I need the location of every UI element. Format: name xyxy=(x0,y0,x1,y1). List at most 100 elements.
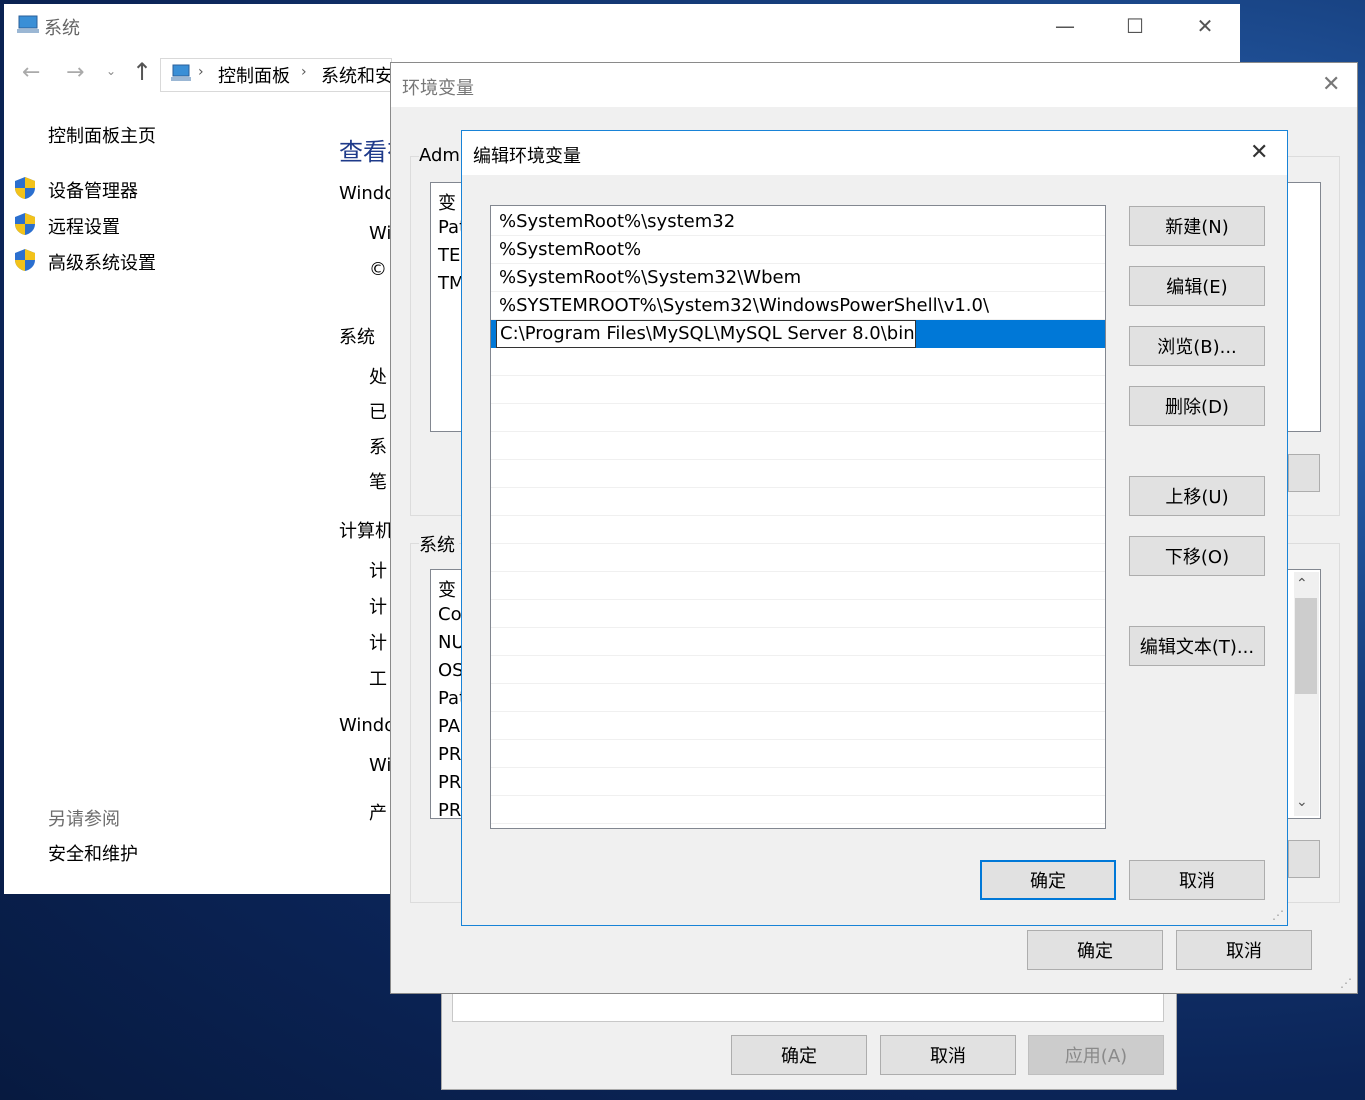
content-text: © xyxy=(369,259,387,280)
path-row[interactable]: %SystemRoot% xyxy=(491,236,1105,264)
breadcrumb-item[interactable]: 系统和安 xyxy=(321,62,393,88)
path-row[interactable]: %SYSTEMROOT%\System32\WindowsPowerShell\… xyxy=(491,292,1105,320)
env-dialog-title: 环境变量 xyxy=(402,78,474,99)
content-text: Wi xyxy=(369,223,392,244)
edit-button[interactable]: 编辑(E) xyxy=(1129,266,1265,306)
content-text: 笔 xyxy=(369,472,387,493)
delete-button[interactable]: 删除(D) xyxy=(1129,386,1265,426)
content-text: 工 xyxy=(369,669,387,690)
empty-row[interactable] xyxy=(491,796,1105,824)
props-cancel-button[interactable]: 取消 xyxy=(880,1035,1016,1075)
empty-row[interactable] xyxy=(491,712,1105,740)
list-item[interactable]: PA xyxy=(438,716,460,737)
sidebar-item-device-manager[interactable]: 设备管理器 xyxy=(48,177,138,203)
edit-ok-button[interactable]: 确定 xyxy=(980,860,1116,900)
list-item[interactable]: PR xyxy=(438,800,461,821)
edit-titlebar xyxy=(462,131,1287,175)
content-text: 系 xyxy=(369,437,387,458)
minimize-button[interactable]: — xyxy=(1042,8,1088,44)
maximize-button[interactable]: ☐ xyxy=(1112,8,1158,44)
content-text: 计 xyxy=(369,561,387,582)
empty-row[interactable] xyxy=(491,740,1105,768)
breadcrumb-separator-icon: › xyxy=(198,64,204,80)
see-also-heading: 另请参阅 xyxy=(48,809,120,830)
browse-button[interactable]: 浏览(B)... xyxy=(1129,326,1265,366)
empty-row[interactable] xyxy=(491,768,1105,796)
section-system: 系统 xyxy=(339,327,375,348)
content-text: 已 xyxy=(369,402,387,423)
computer-icon xyxy=(17,15,39,33)
path-row[interactable]: %SystemRoot%\System32\Wbem xyxy=(491,264,1105,292)
scrollbar-thumb[interactable] xyxy=(1295,598,1317,694)
env-titlebar xyxy=(391,63,1357,107)
section-windows-edition: Windo xyxy=(339,183,396,204)
list-item[interactable]: Co xyxy=(438,604,462,625)
list-item[interactable]: TE xyxy=(438,245,460,266)
content-text: 计 xyxy=(369,633,387,654)
empty-row[interactable] xyxy=(491,628,1105,656)
edit-dialog-title: 编辑环境变量 xyxy=(473,146,581,167)
list-item[interactable]: PR xyxy=(438,744,461,765)
empty-row[interactable] xyxy=(491,516,1105,544)
move-down-button[interactable]: 下移(O) xyxy=(1129,536,1265,576)
props-apply-button[interactable]: 应用(A) xyxy=(1028,1035,1164,1075)
content-text: 处 xyxy=(369,367,387,388)
path-edit-input[interactable]: C:\Program Files\MySQL\MySQL Server 8.0\… xyxy=(496,320,916,348)
empty-row[interactable] xyxy=(491,572,1105,600)
content-text: Wi xyxy=(369,755,392,776)
path-row[interactable]: %SystemRoot%\system32 xyxy=(491,208,1105,236)
shield-icon xyxy=(15,249,35,271)
section-computer: 计算机 xyxy=(339,521,393,542)
list-item[interactable]: OS xyxy=(438,660,464,681)
chevron-up-icon[interactable]: ⌃ xyxy=(1296,576,1308,592)
empty-row[interactable] xyxy=(491,432,1105,460)
empty-row[interactable] xyxy=(491,404,1105,432)
props-ok-button[interactable]: 确定 xyxy=(731,1035,867,1075)
resize-grip-icon[interactable]: ⋰ xyxy=(1340,976,1352,990)
list-item[interactable]: PR xyxy=(438,772,461,793)
env-cancel-button[interactable]: 取消 xyxy=(1176,930,1312,970)
column-header[interactable]: 变 xyxy=(438,189,456,215)
system-vars-label: 系统 xyxy=(419,531,459,557)
close-icon[interactable]: ✕ xyxy=(1322,72,1340,97)
close-icon[interactable]: ✕ xyxy=(1250,140,1268,165)
empty-row[interactable] xyxy=(491,684,1105,712)
new-button[interactable]: 新建(N) xyxy=(1129,206,1265,246)
content-text: 产 xyxy=(369,803,387,824)
edit-cancel-button[interactable]: 取消 xyxy=(1129,860,1265,900)
forward-arrow-icon[interactable]: → xyxy=(66,60,84,85)
user-vars-label: Adm xyxy=(419,145,464,166)
system-vars-button[interactable] xyxy=(1288,840,1320,878)
empty-row[interactable] xyxy=(491,460,1105,488)
empty-row[interactable] xyxy=(491,600,1105,628)
empty-row[interactable] xyxy=(491,656,1105,684)
sidebar-item-remote-settings[interactable]: 远程设置 xyxy=(48,213,120,239)
resize-grip-icon[interactable]: ⋰ xyxy=(1272,908,1284,922)
env-ok-button[interactable]: 确定 xyxy=(1027,930,1163,970)
move-up-button[interactable]: 上移(U) xyxy=(1129,476,1265,516)
breadcrumb-item[interactable]: 控制面板 xyxy=(218,62,290,88)
control-panel-icon xyxy=(171,64,191,81)
content-text: 计 xyxy=(369,597,387,618)
empty-row[interactable] xyxy=(491,376,1105,404)
window-title: 系统 xyxy=(44,18,80,39)
shield-icon xyxy=(15,177,35,199)
back-arrow-icon[interactable]: ← xyxy=(22,60,40,85)
path-list[interactable]: %SystemRoot%\system32 %SystemRoot% %Syst… xyxy=(490,205,1106,829)
edit-text-button[interactable]: 编辑文本(T)... xyxy=(1129,626,1265,666)
sidebar-home-link[interactable]: 控制面板主页 xyxy=(48,122,156,148)
section-windows-activation: Windo xyxy=(339,715,396,736)
chevron-down-icon[interactable]: ⌄ xyxy=(106,64,116,78)
close-button[interactable]: ✕ xyxy=(1182,8,1228,44)
empty-row[interactable] xyxy=(491,488,1105,516)
sidebar-item-advanced-settings[interactable]: 高级系统设置 xyxy=(48,249,156,275)
empty-row[interactable] xyxy=(491,348,1105,376)
column-header[interactable]: 变 xyxy=(438,576,456,602)
up-arrow-icon[interactable]: ↑ xyxy=(132,58,152,86)
shield-icon xyxy=(15,213,35,235)
chevron-down-icon[interactable]: ⌄ xyxy=(1296,794,1308,810)
empty-row[interactable] xyxy=(491,544,1105,572)
sidebar-item-security[interactable]: 安全和维护 xyxy=(48,840,138,866)
breadcrumb-separator-icon: › xyxy=(301,64,307,80)
user-vars-button[interactable] xyxy=(1288,454,1320,492)
